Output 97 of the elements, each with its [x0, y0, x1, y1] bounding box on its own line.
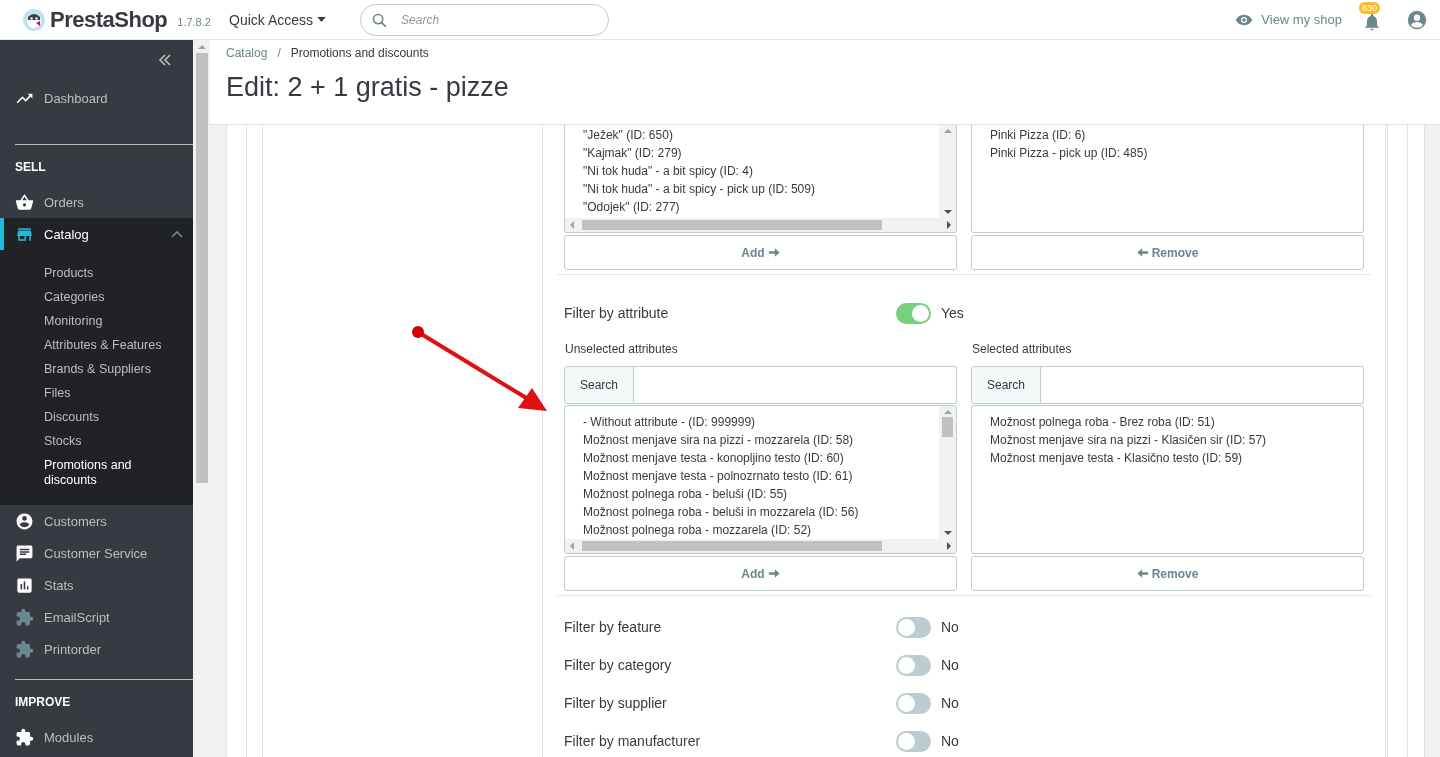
brand-name: PrestaShop: [50, 6, 168, 33]
collapse-icon[interactable]: [158, 54, 172, 66]
eye-icon: [1235, 13, 1254, 26]
user-icon: [15, 511, 34, 531]
toggle-state: No: [941, 657, 959, 673]
sidebar-item[interactable]: Customers: [0, 505, 193, 537]
breadcrumb-link[interactable]: Catalog: [226, 46, 268, 60]
page-title: Edit: 2 + 1 gratis - pizze: [226, 72, 510, 103]
caret-icon: [317, 17, 327, 22]
product-list[interactable]: "Ježek" (ID: 650) "Kajmak" (ID: 279) "Ni tok huda" - a bit spicy (ID: 4) "Ni tok huda" - a bit spicy - pick up (ID: 509) "Odojek" (ID: 277): [564, 125, 957, 233]
sidebar-item[interactable]: Orders: [0, 186, 193, 218]
sidebar-item[interactable]: Printorder: [0, 633, 193, 665]
section-heading: SELL: [14, 159, 47, 176]
bell-icon[interactable]: [1362, 11, 1382, 32]
sidebar-item[interactable]: Customer Service: [0, 537, 193, 569]
puzzle-icon: [15, 607, 34, 627]
breadcrumb-separator: /: [277, 46, 281, 60]
view-shop-link[interactable]: View my shop: [1235, 12, 1342, 27]
arrow-right-icon: [767, 247, 780, 258]
filter-label: Filter by supplier: [564, 695, 668, 711]
toggle-state: Yes: [941, 305, 964, 321]
submenu-item[interactable]: Promotions and discounts: [44, 454, 164, 493]
attribute-list[interactable]: [564, 405, 957, 554]
selected-product-list[interactable]: Pinki Pizza (ID: 6) Pinki Pizza - pick up (ID: 485): [971, 125, 1364, 233]
version-label: 1.7.8.2: [177, 15, 211, 28]
section-heading: IMPROVE: [14, 694, 72, 711]
list-option[interactable]: "Ni tok huda" - a bit spicy (ID: 4): [583, 162, 753, 180]
list-option[interactable]: "Ni tok huda" - a bit spicy - pick up (ID: 509): [583, 180, 815, 198]
quick-access-menu[interactable]: Quick Access: [229, 11, 327, 28]
toggle-switch[interactable]: [896, 654, 931, 676]
list-option[interactable]: "Odojek" (ID: 277): [583, 198, 680, 216]
toggle-switch[interactable]: [896, 692, 931, 714]
sidebar-item[interactable]: EmailScript: [0, 601, 193, 633]
submenu-item[interactable]: Products: [44, 262, 164, 286]
toggle-switch[interactable]: [896, 616, 931, 638]
list-option[interactable]: Možnost menjave sira na pizzi - mozzarela (ID: 58): [583, 431, 854, 449]
scrollbar[interactable]: [565, 218, 956, 232]
search-field[interactable]: [634, 366, 957, 404]
puzzle-icon: [15, 727, 34, 747]
avatar-icon[interactable]: [1406, 8, 1428, 31]
selected-attribute-list[interactable]: Možnost polnega roba - Brez roba (ID: 51) Možnost menjave sira na pizzi - Klasičen sir (ID: 57) Možnost menjave testa - Klasično testo (ID: 59): [971, 405, 1364, 554]
toggle-state: No: [941, 695, 959, 711]
search-field[interactable]: Search: [360, 3, 610, 36]
arrow-left-icon: [1136, 247, 1149, 258]
submenu-item[interactable]: Stocks: [44, 430, 164, 454]
remove-button[interactable]: Remove: [971, 556, 1364, 591]
list-heading: Selected attributes: [972, 342, 1073, 356]
chat-icon: [15, 543, 34, 563]
list-option[interactable]: Možnost menjave testa - Klasično testo (ID: 59): [990, 449, 1243, 467]
list-option[interactable]: "Kajmak" (ID: 279): [583, 144, 682, 162]
filter-label: Filter by category: [564, 657, 673, 673]
scrollbar[interactable]: [939, 406, 956, 539]
notification-badge: 830: [1359, 1, 1381, 14]
submenu-item[interactable]: Files: [44, 382, 164, 406]
list-option[interactable]: "Ježek" (ID: 650): [583, 126, 673, 144]
toggle-switch[interactable]: [896, 730, 931, 752]
submenu-item[interactable]: Monitoring: [44, 310, 164, 334]
submenu-item[interactable]: Categories: [44, 286, 164, 310]
filter-label: Filter by attribute: [564, 305, 670, 321]
filter-label: Filter by manufacturer: [564, 733, 702, 749]
puzzle-icon: [15, 639, 34, 659]
search-icon: [371, 11, 389, 29]
list-option[interactable]: Pinki Pizza (ID: 6): [990, 126, 1086, 144]
add-button[interactable]: Add: [564, 556, 957, 591]
arrow-right-icon: [767, 568, 780, 579]
add-button[interactable]: Add: [564, 235, 957, 270]
scrollbar[interactable]: [939, 125, 956, 218]
list-heading: Unselected attributes: [565, 342, 679, 356]
chart-icon: [15, 575, 34, 595]
list-option[interactable]: Možnost menjave testa - konopljino testo (ID: 60): [583, 449, 844, 467]
toggle-state: No: [941, 619, 959, 635]
breadcrumb-current: Promotions and discounts: [290, 46, 429, 60]
toggle-switch[interactable]: [896, 302, 931, 324]
arrow-left-icon: [1136, 568, 1149, 579]
remove-button[interactable]: Remove: [971, 235, 1364, 270]
submenu-item[interactable]: Brands & Suppliers: [44, 358, 164, 382]
submenu-item[interactable]: Attributes & Features: [44, 334, 164, 358]
list-option[interactable]: Pinki Pizza - pick up (ID: 485): [990, 144, 1148, 162]
list-option[interactable]: Možnost menjave testa - polnozrnato testo (ID: 61): [583, 467, 853, 485]
search-addon: Search: [971, 366, 1041, 404]
basket-icon: [15, 192, 34, 212]
list-option[interactable]: - Without attribute - (ID: 999999): [583, 413, 756, 431]
sidebar-item[interactable]: Modules: [0, 721, 193, 753]
list-option[interactable]: Možnost polnega roba - beluši (ID: 55): [583, 485, 788, 503]
submenu-item[interactable]: Discounts: [44, 406, 164, 430]
logo-icon: [22, 7, 46, 32]
list-option[interactable]: Možnost polnega roba - Brez roba (ID: 51): [990, 413, 1215, 431]
sidebar-item[interactable]: Stats: [0, 569, 193, 601]
search-addon: Search: [564, 366, 634, 404]
sidebar-item[interactable]: Dashboard: [0, 82, 193, 114]
list-option[interactable]: Možnost polnega roba - beluši in mozzarela (ID: 56): [583, 503, 859, 521]
toggle-state: No: [941, 733, 959, 749]
list-option[interactable]: Možnost polnega roba - mozzarela (ID: 52): [583, 521, 812, 539]
search-field[interactable]: [1041, 366, 1364, 404]
scrollbar[interactable]: [565, 539, 956, 553]
list-option[interactable]: Možnost menjave sira na pizzi - Klasičen sir (ID: 57): [990, 431, 1267, 449]
filter-label: Filter by feature: [564, 619, 663, 635]
